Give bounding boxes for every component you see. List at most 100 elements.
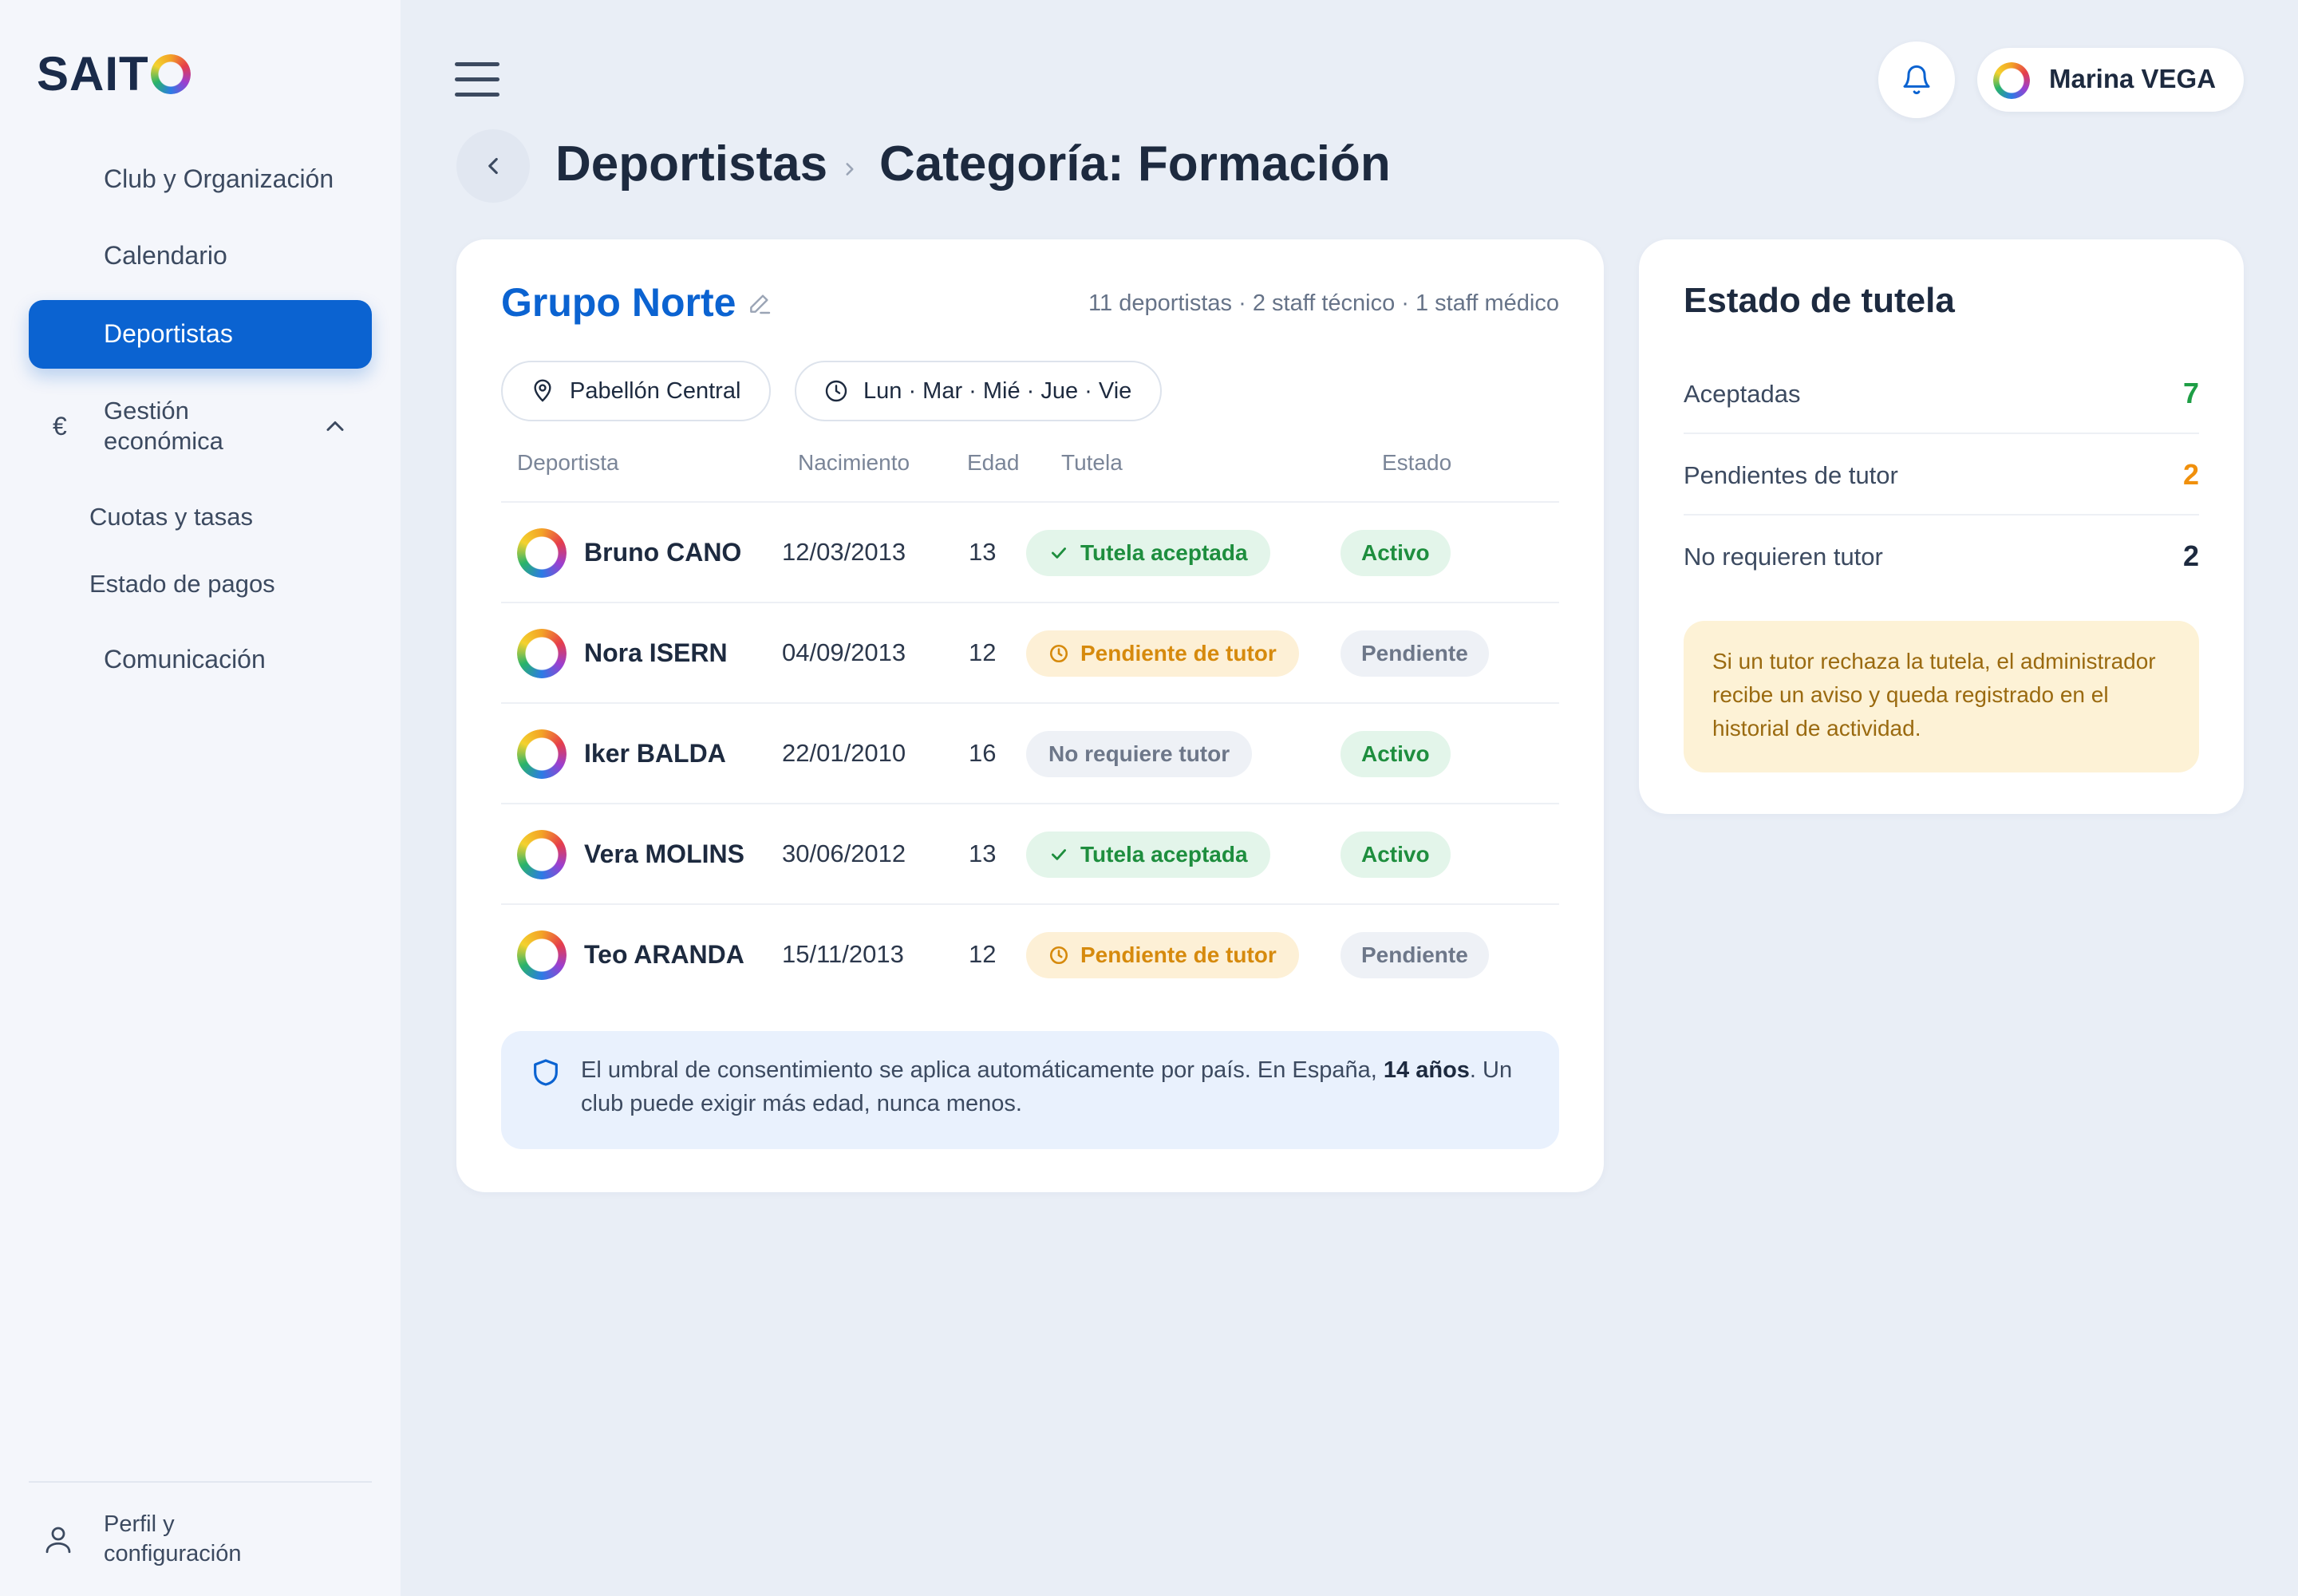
page-title: Categoría: Formación bbox=[879, 136, 1391, 192]
group-meta: 11 deportistas · 2 staff técnico · 1 sta… bbox=[1088, 290, 1559, 316]
table-row[interactable]: Teo ARANDA 15/11/2013 12 Pendiente de tutor… bbox=[501, 903, 1559, 1004]
sidebar-item-gestion-economica[interactable]: € Gestión económica bbox=[37, 394, 372, 461]
consent-info-box: El umbral de consentimiento se aplica au… bbox=[501, 1031, 1559, 1149]
chevron-right-icon bbox=[846, 163, 854, 176]
athlete-name[interactable]: Bruno CANO bbox=[584, 538, 741, 567]
tutela-badge-label: Tutela aceptada bbox=[1080, 842, 1248, 867]
tutela-badge-label: No requiere tutor bbox=[1048, 741, 1230, 766]
birth-date: 22/01/2010 bbox=[782, 739, 906, 767]
age: 16 bbox=[969, 739, 997, 767]
profile-label-text: Perfil y configuración bbox=[104, 1511, 242, 1566]
group-title: Grupo Norte bbox=[501, 280, 736, 325]
stat-row-aceptadas: Aceptadas 7 bbox=[1684, 353, 2199, 434]
athlete-name[interactable]: Teo ARANDA bbox=[584, 940, 744, 970]
breadcrumb-item-deportistas[interactable]: Deportistas bbox=[555, 136, 827, 192]
location-chip[interactable]: Pabellón Central bbox=[501, 361, 772, 421]
column-header-deportista[interactable]: Deportista bbox=[517, 450, 619, 476]
sidebar-label-text: Gestión económica bbox=[104, 397, 223, 455]
column-header-edad[interactable]: Edad bbox=[967, 450, 1019, 476]
tutela-status-title: Estado de tutela bbox=[1684, 281, 1955, 320]
sidebar-item-calendario[interactable]: Calendario bbox=[104, 241, 227, 271]
user-name: Marina VEGA bbox=[2049, 64, 2217, 93]
sidebar-subitem-estado-pagos[interactable]: Estado de pagos bbox=[89, 570, 275, 598]
avatar bbox=[517, 830, 567, 879]
sidebar-item-label: Deportistas bbox=[104, 319, 233, 348]
table-row[interactable]: Bruno CANO 12/03/2013 13 Tutela aceptada Act… bbox=[501, 501, 1559, 602]
status-badge: Activo bbox=[1340, 530, 1451, 576]
column-header-tutela[interactable]: Tutela bbox=[1061, 450, 1123, 476]
schedule-chip[interactable]: Lun · Mar · Mié · Jue · Vie bbox=[795, 361, 1163, 421]
sidebar-subitem-cuotas[interactable]: Cuotas y tasas bbox=[89, 503, 253, 531]
birth-date: 15/11/2013 bbox=[782, 940, 904, 968]
stat-row-pendientes: Pendientes de tutor 2 bbox=[1684, 434, 2199, 516]
euro-icon: € bbox=[53, 412, 67, 440]
athlete-name[interactable]: Iker BALDA bbox=[584, 739, 726, 768]
avatar bbox=[1993, 62, 2030, 99]
check-icon bbox=[1052, 547, 1066, 559]
tutela-badge-label: Pendiente de tutor bbox=[1080, 942, 1277, 967]
notifications-button[interactable] bbox=[1878, 41, 1955, 118]
tutela-badge: Pendiente de tutor bbox=[1026, 932, 1299, 978]
status-badge: Activo bbox=[1340, 832, 1451, 878]
back-button[interactable] bbox=[456, 129, 530, 203]
user-menu[interactable]: Marina VEGA bbox=[1977, 48, 2244, 112]
saito-logo[interactable]: SAIT bbox=[37, 46, 191, 101]
sidebar-item-label: Gestión económica bbox=[104, 396, 295, 456]
stat-value: 7 bbox=[2182, 377, 2199, 409]
tutela-warning-box: Si un tutor rechaza la tutela, el admini… bbox=[1684, 621, 2199, 772]
sidebar-item-club[interactable]: Club y Organización bbox=[104, 164, 334, 194]
table-row[interactable]: Vera MOLINS 30/06/2012 13 Tutela aceptada Ac… bbox=[501, 803, 1559, 903]
birth-date: 30/06/2012 bbox=[782, 839, 906, 867]
sidebar-item-comunicacion[interactable]: Comunicación bbox=[104, 645, 266, 674]
user-icon bbox=[45, 1527, 71, 1554]
tutela-badge: Tutela aceptada bbox=[1026, 832, 1270, 878]
chevron-up-icon[interactable] bbox=[321, 412, 349, 440]
table-row[interactable]: Iker BALDA 22/01/2010 16 No requiere tutor A… bbox=[501, 702, 1559, 803]
logo-text: SAIT bbox=[37, 47, 149, 101]
stat-value: 2 bbox=[2182, 458, 2199, 491]
pencil-icon[interactable] bbox=[747, 290, 772, 316]
consent-text-before: El umbral de consentimiento se aplica au… bbox=[581, 1057, 1384, 1083]
tutela-badge: Tutela aceptada bbox=[1026, 530, 1270, 576]
check-icon bbox=[1052, 849, 1066, 860]
tutela-badge-label: Tutela aceptada bbox=[1080, 540, 1248, 565]
clock-icon bbox=[1049, 644, 1068, 663]
table-row[interactable]: Nora ISERN 04/09/2013 12 Pendiente de tutor… bbox=[501, 602, 1559, 702]
chevron-left-icon bbox=[488, 157, 498, 175]
tutela-badge: No requiere tutor bbox=[1026, 731, 1253, 777]
group-card: Grupo Norte 11 deportistas · 2 staff téc… bbox=[456, 239, 1604, 1192]
avatar bbox=[517, 528, 567, 578]
stat-label: Pendientes de tutor bbox=[1684, 461, 1898, 489]
tutela-warning-text: Si un tutor rechaza la tutela, el admini… bbox=[1712, 649, 2156, 741]
avatar bbox=[517, 629, 567, 678]
status-badge: Activo bbox=[1340, 731, 1451, 777]
bell-icon bbox=[1903, 65, 1930, 95]
location-label: Pabellón Central bbox=[570, 377, 741, 404]
birth-date: 04/09/2013 bbox=[782, 638, 906, 666]
column-header-nacimiento[interactable]: Nacimiento bbox=[798, 450, 910, 476]
clock-icon bbox=[825, 380, 847, 402]
tutela-badge: Pendiente de tutor bbox=[1026, 630, 1299, 677]
sidebar-item-profile[interactable]: Perfil y configuración bbox=[37, 1508, 372, 1572]
status-badge: Pendiente bbox=[1340, 630, 1489, 677]
age: 13 bbox=[969, 538, 997, 566]
avatar bbox=[517, 729, 567, 779]
athlete-name[interactable]: Nora ISERN bbox=[584, 638, 728, 668]
status-badge: Pendiente bbox=[1340, 932, 1489, 978]
logo-o-ring-icon bbox=[150, 53, 191, 94]
shield-icon bbox=[534, 1059, 558, 1086]
age: 13 bbox=[969, 839, 997, 867]
sidebar-item-deportistas[interactable]: Deportistas bbox=[29, 300, 372, 369]
clock-icon bbox=[1049, 946, 1068, 965]
birth-date: 12/03/2013 bbox=[782, 538, 906, 566]
consent-age-threshold: 14 años bbox=[1383, 1057, 1470, 1083]
stat-label: No requieren tutor bbox=[1684, 543, 1883, 571]
tutela-badge-label: Pendiente de tutor bbox=[1080, 641, 1277, 666]
age: 12 bbox=[969, 940, 997, 968]
consent-info-text: El umbral de consentimiento se aplica au… bbox=[581, 1053, 1522, 1120]
schedule-label: Lun · Mar · Mié · Jue · Vie bbox=[863, 377, 1132, 404]
athlete-name[interactable]: Vera MOLINS bbox=[584, 839, 744, 869]
hamburger-icon[interactable] bbox=[455, 62, 499, 97]
column-header-estado[interactable]: Estado bbox=[1382, 450, 1451, 476]
age: 12 bbox=[969, 638, 997, 666]
